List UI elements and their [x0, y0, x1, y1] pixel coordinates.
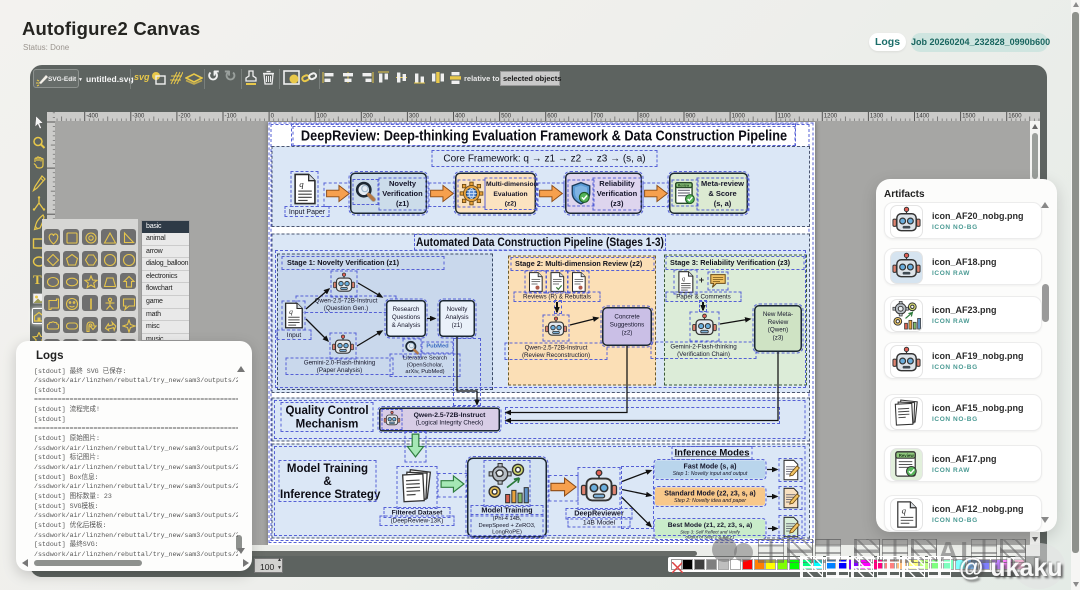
svg-text:1300: 1300	[869, 113, 883, 119]
svg-text:300: 300	[408, 113, 419, 119]
svg-text:-100: -100	[224, 113, 237, 119]
svg-text:1400: 1400	[916, 113, 930, 119]
svg-text:1100: 1100	[777, 113, 791, 119]
svg-text:200: 200	[362, 113, 373, 119]
svg-text:-300: -300	[132, 113, 145, 119]
svg-text:q: q	[901, 505, 906, 515]
svg-text:1200: 1200	[823, 113, 837, 119]
svg-text:100: 100	[316, 113, 327, 119]
svg-text:800: 800	[639, 113, 650, 119]
svg-text:700: 700	[593, 113, 604, 119]
svg-text:1500: 1500	[962, 113, 976, 119]
svg-text:400: 400	[455, 113, 466, 119]
svg-text:600: 600	[547, 113, 558, 119]
svg-text:1600: 1600	[1008, 113, 1022, 119]
svg-text:-400: -400	[86, 113, 99, 119]
svg-text:T: T	[33, 272, 42, 286]
svg-text:900: 900	[685, 113, 696, 119]
svg-text:-200: -200	[178, 113, 191, 119]
svg-text:500: 500	[501, 113, 512, 119]
svg-text:1000: 1000	[731, 113, 745, 119]
svg-text:Review: Review	[898, 452, 914, 457]
